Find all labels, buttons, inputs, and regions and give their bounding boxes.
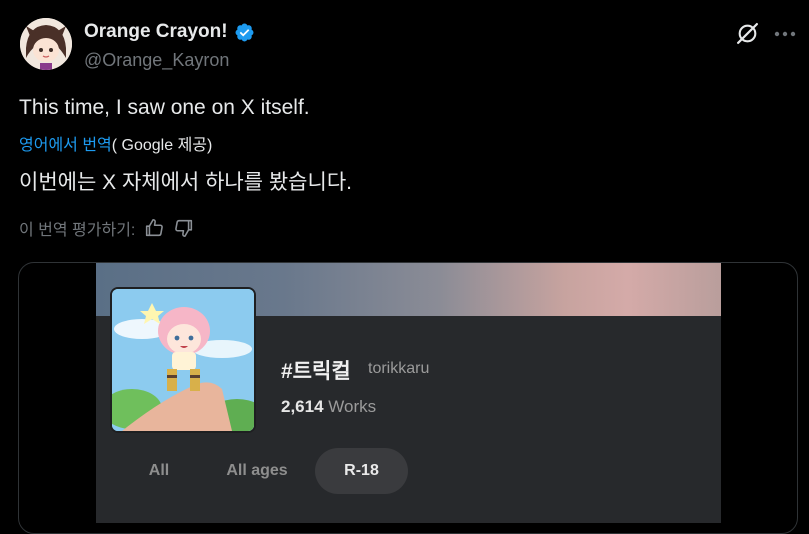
tweet-text: This time, I saw one on X itself. [19, 96, 310, 119]
filter-all: All [148, 462, 170, 479]
verified-badge-icon [235, 23, 254, 41]
works-count: 2,614 Works [281, 397, 376, 417]
rate-translation-label: 이 번역 평가하기: [19, 222, 136, 239]
embedded-screenshot: #트릭컬 torikkaru 2,614 Works All All ages … [96, 263, 721, 523]
thumbs-down-icon[interactable] [173, 217, 195, 239]
more-button[interactable] [772, 21, 797, 46]
filter-r18: R-18 [315, 448, 408, 494]
translate-credit: ( Google 제공) [111, 137, 213, 154]
tag-title: #트릭컬 [281, 360, 351, 383]
translation-attribution: 영어에서 번역( Google 제공) [19, 131, 212, 155]
author-handle[interactable]: @Orange_Kayron [84, 50, 229, 71]
tweet-media[interactable]: #트릭컬 torikkaru 2,614 Works All All ages … [18, 262, 798, 534]
rate-translation-row: 이 번역 평가하기: [19, 216, 195, 240]
grok-button[interactable] [735, 21, 760, 46]
translated-text: 이번에는 X 자체에서 하나를 봤습니다. [19, 171, 352, 194]
thumbs-up-icon[interactable] [143, 217, 165, 239]
artwork-image [112, 289, 254, 431]
works-label: Works [328, 397, 377, 416]
translate-link[interactable]: 영어에서 번역 [19, 137, 112, 154]
filter-all-ages: All ages [226, 462, 288, 479]
avatar[interactable] [20, 18, 72, 70]
tag-romaji: torikkaru [368, 360, 430, 377]
author-name-row[interactable]: Orange Crayon! [84, 21, 255, 43]
works-number: 2,614 [281, 397, 324, 416]
grok-icon [736, 22, 759, 45]
tag-artwork [110, 287, 256, 433]
author-display-name[interactable]: Orange Crayon! [84, 21, 228, 43]
avatar-image [20, 18, 72, 70]
more-icon [774, 31, 795, 36]
